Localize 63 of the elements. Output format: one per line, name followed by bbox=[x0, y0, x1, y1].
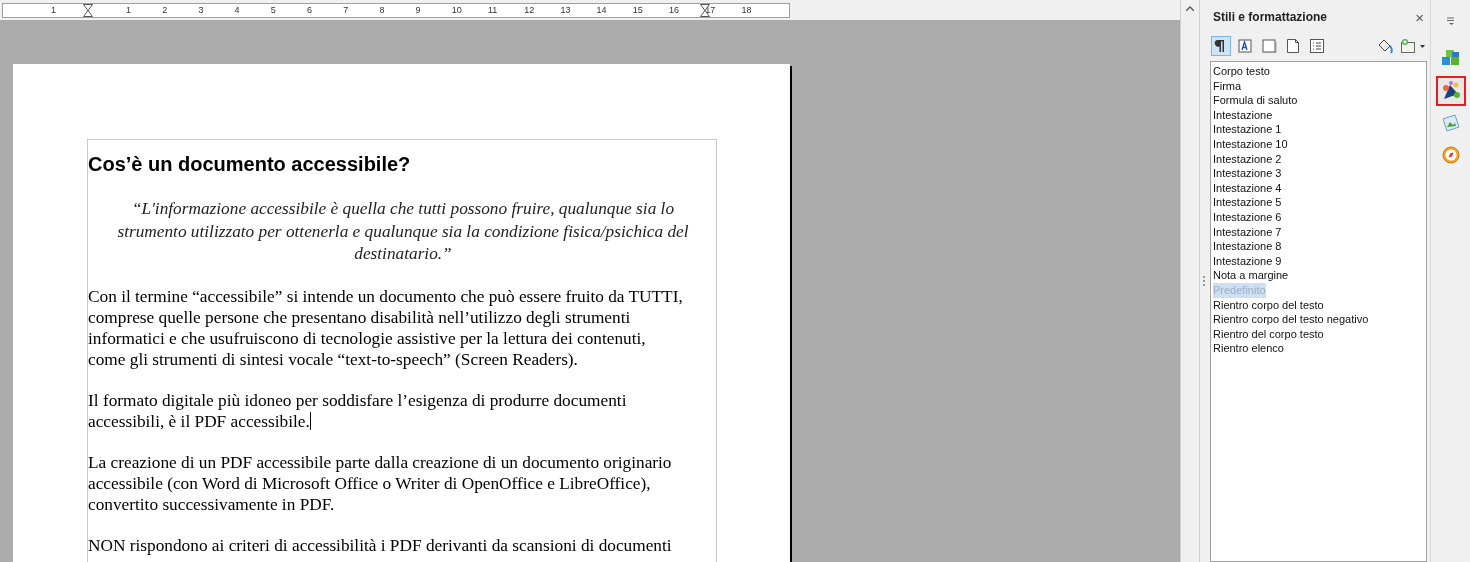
vertical-scrollbar[interactable] bbox=[1180, 0, 1200, 562]
ruler-number: 7 bbox=[343, 3, 349, 17]
ruler-number: 18 bbox=[741, 3, 752, 17]
list-style-icon bbox=[1308, 37, 1326, 55]
ruler-number: 11 bbox=[488, 3, 498, 17]
ruler-number: 12 bbox=[524, 3, 535, 17]
style-item[interactable]: Intestazione 9 bbox=[1213, 253, 1282, 269]
style-item[interactable]: Rientro corpo del testo bbox=[1213, 297, 1324, 313]
ruler-number: 13 bbox=[560, 3, 571, 17]
style-item[interactable]: Intestazione 4 bbox=[1213, 180, 1282, 196]
indent-marker[interactable] bbox=[83, 3, 93, 17]
character-styles-button[interactable] bbox=[1235, 36, 1255, 56]
ruler-number: 1 bbox=[51, 3, 56, 17]
style-item[interactable]: Formula di saluto bbox=[1213, 93, 1298, 108]
style-item[interactable]: Intestazione 7 bbox=[1213, 224, 1282, 240]
style-item[interactable]: Rientro corpo del testo negativo bbox=[1213, 312, 1369, 327]
list-styles-button[interactable] bbox=[1307, 36, 1327, 56]
ruler-number: 6 bbox=[307, 3, 312, 17]
body-paragraph: La creazione di un PDF accessibile parte dalla creazione di un documento originario accessibile (con Word di Microsoft Office o Writer di OpenOffice e LibreOffice), convertito successivamente in PDF. bbox=[88, 451, 672, 515]
picture-icon bbox=[1440, 113, 1461, 133]
style-item[interactable]: Corpo testo bbox=[1213, 64, 1270, 79]
ruler-number: 2 bbox=[162, 3, 168, 17]
style-item[interactable]: Intestazione 1 bbox=[1213, 122, 1282, 137]
quote-paragraph: “L'informazione accessibile è quella che tutti possono fruire, qualunque sia lo strumento utilizzato per ottenerla e qualunque sia la condizione fisica/psichica del destinatario.” bbox=[116, 198, 690, 265]
body-paragraph: Il formato digitale più idoneo per soddisfare l’esigenza di produrre documenti accessibili, è il PDF accessibile. bbox=[88, 389, 627, 432]
style-item[interactable]: Rientro del corpo testo bbox=[1213, 326, 1324, 342]
body-paragraph: NON rispondono ai criteri di accessibilità i PDF derivanti da scansioni di documenti bbox=[88, 534, 672, 556]
ruler-number: 1 bbox=[126, 3, 131, 17]
style-item[interactable]: Intestazione 10 bbox=[1213, 136, 1288, 152]
style-item[interactable]: Intestazione 8 bbox=[1213, 239, 1282, 254]
close-button[interactable]: × bbox=[1415, 9, 1424, 25]
ruler-number: 9 bbox=[415, 3, 421, 17]
ruler-number: 4 bbox=[234, 3, 240, 17]
panel-title: Stili e formattazione bbox=[1213, 9, 1328, 26]
paragraph-styles-button[interactable] bbox=[1211, 36, 1231, 56]
new-style-icon bbox=[1399, 37, 1417, 55]
styles-tab-button[interactable] bbox=[1435, 76, 1466, 106]
ruler-number: 3 bbox=[198, 3, 204, 17]
document-heading: Cos’è un documento accessibile? bbox=[88, 152, 411, 176]
style-item[interactable]: Intestazione bbox=[1213, 107, 1273, 123]
ruler-number: 16 bbox=[669, 3, 679, 17]
style-item[interactable]: Intestazione 5 bbox=[1213, 195, 1282, 210]
style-item[interactable]: Firma bbox=[1213, 78, 1242, 94]
character-style-icon bbox=[1236, 37, 1254, 55]
style-item[interactable]: Intestazione 3 bbox=[1213, 166, 1282, 181]
dropdown-caret-icon bbox=[1420, 44, 1425, 48]
style-item[interactable]: Rientro elenco bbox=[1213, 341, 1284, 356]
page-style-icon bbox=[1284, 37, 1302, 55]
body-paragraph: Con il termine “accessibile” si intende un documento che può essere fruito da TUTTI, comprese quelle persone che presentano disabilità nell’utilizzo degli strumenti informatici e che usufruiscono di tecnologie assistive per la lettura dei contenuti, come gli strumenti di sintesi vocale “text-to-speech” (Screen Readers). bbox=[88, 285, 683, 370]
ruler-number: 8 bbox=[379, 3, 385, 17]
style-item[interactable]: Nota a margine bbox=[1213, 268, 1289, 283]
frame-style-icon bbox=[1260, 37, 1278, 55]
menu-icon bbox=[1445, 17, 1456, 25]
style-item[interactable]: Intestazione 2 bbox=[1213, 151, 1282, 167]
paint-bucket-icon bbox=[1376, 37, 1394, 55]
ruler-number: 15 bbox=[632, 3, 643, 17]
new-style-button[interactable] bbox=[1399, 36, 1427, 56]
compass-icon bbox=[1440, 145, 1461, 165]
style-item[interactable]: Intestazione 6 bbox=[1213, 209, 1282, 225]
scroll-up-icon[interactable] bbox=[1186, 6, 1194, 11]
ruler-number: 14 bbox=[596, 3, 607, 17]
ruler-number: 5 bbox=[270, 3, 276, 17]
ruler-number: 10 bbox=[451, 3, 462, 17]
